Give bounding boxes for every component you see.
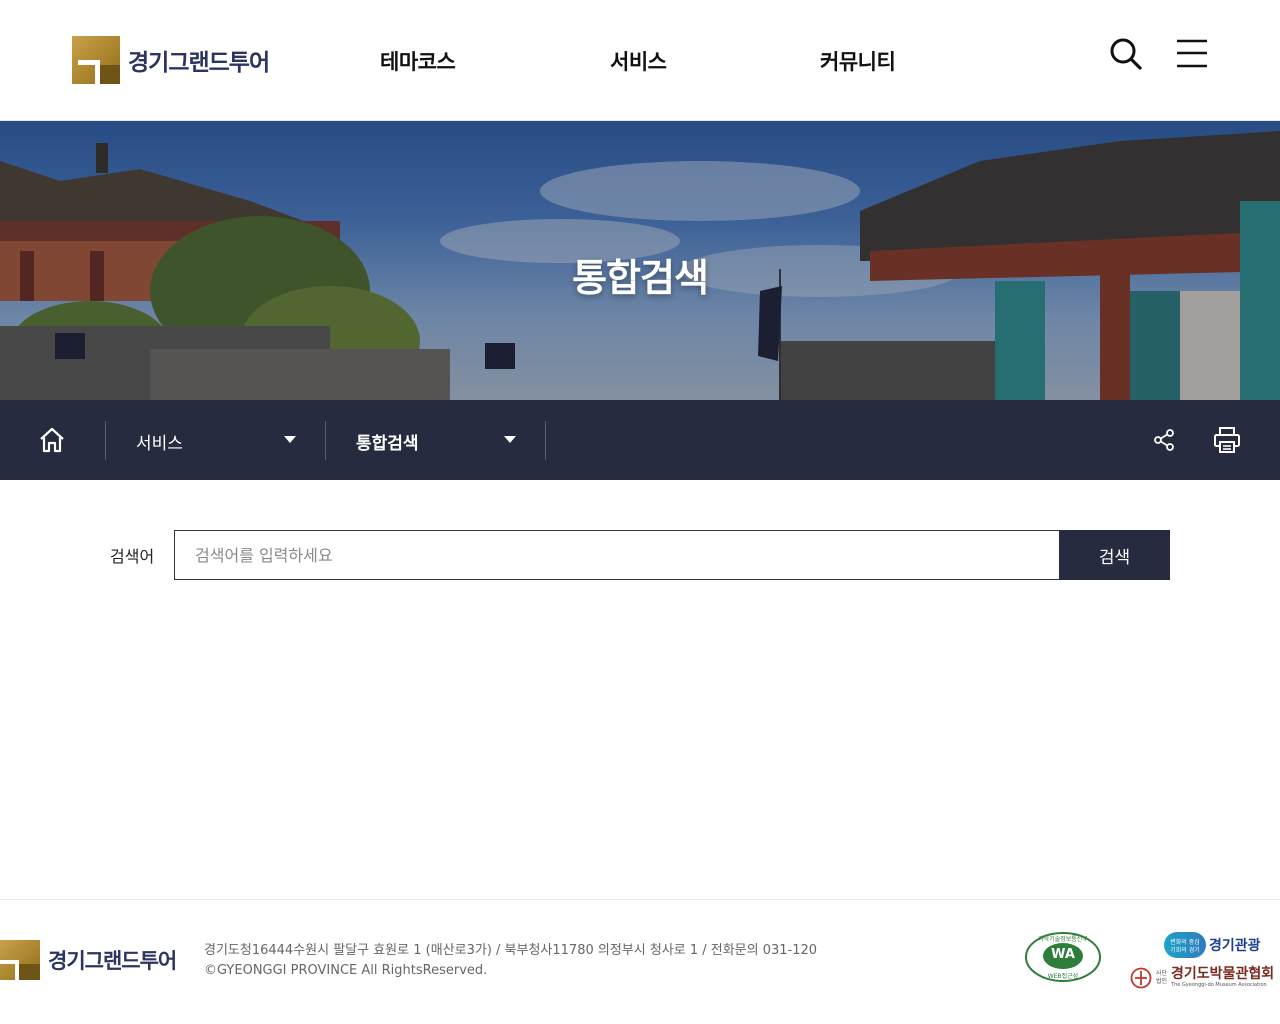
caret-down-icon [284,436,296,443]
footer-logo-text: 경기그랜드투어 [48,949,177,973]
home-icon[interactable] [38,427,66,457]
breadcrumb-label-current: 통합검색 [356,434,419,454]
breadcrumb-dropdown-service[interactable]: 서비스 [106,400,325,480]
page-banner: 통합검색 [0,121,1280,400]
site-header: 경기그랜드투어 테마코스 서비스 커뮤니티 [0,0,1280,121]
web-accessibility-mark[interactable]: 과학기술정보통신부 WA WEB접근성 [1024,931,1102,983]
footer-address: 경기도청16444수원시 팔달구 효원로 1 (매산로3가) / 북부청사117… [204,943,818,958]
partner2-prefix: 사단 법인 [1156,970,1167,986]
partner1-name: 경기관광 [1209,938,1261,954]
site-footer: 경기그랜드투어 경기도청16444수원시 팔달구 효원로 1 (매산로3가) /… [0,899,1280,1024]
breadcrumb-dropdown-search[interactable]: 통합검색 [326,400,545,480]
logo-mark-icon [72,36,120,84]
breadcrumb-label: 서비스 [136,434,183,454]
site-logo[interactable]: 경기그랜드투어 [72,36,270,84]
hamburger-menu-icon[interactable] [1176,38,1208,74]
partner2-name: 경기도박물관협회 [1171,966,1275,982]
nav-item-theme-course[interactable]: 테마코스 [380,46,456,76]
breadcrumb-divider [545,421,546,460]
gyeonggi-tourism-logo-icon: 변화의 중심 기회의 경기 [1164,932,1206,958]
search-icon[interactable] [1108,36,1144,76]
wa-mark-text: WA [1051,947,1075,962]
wa-caption: WEB접근성 [1047,973,1079,980]
partner-museum-association[interactable]: 사단 법인 경기도박물관협회 The Gyeonggi-do Museum As… [1130,966,1274,989]
search-input[interactable] [174,530,1060,580]
search-button[interactable]: 검색 [1059,530,1170,580]
museum-association-emblem-icon [1130,967,1152,988]
page-title: 통합검색 [572,256,709,300]
breadcrumb-bar: 서비스 통합검색 [0,400,1280,480]
partner2-english-name: The Gyeonggi-do Museum Association [1171,982,1267,988]
search-label: 검색어 [110,547,155,566]
share-icon[interactable] [1152,428,1176,456]
footer-logo[interactable]: 경기그랜드투어 [0,940,177,980]
partner2-text: 경기도박물관협회 The Gyeonggi-do Museum Associat… [1171,966,1274,989]
nav-item-community[interactable]: 커뮤니티 [820,46,896,76]
logo-mark-icon [0,940,40,980]
partner2-prefix-2: 법인 [1156,977,1168,985]
caret-down-icon [504,436,516,443]
footer-copyright: ©GYEONGGI PROVINCE All RightsReserved. [204,963,488,978]
wa-authority: 과학기술정보통신부 [1038,936,1088,943]
logo-text: 경기그랜드투어 [128,50,270,76]
partner1-sub2: 기회의 경기 [1170,947,1200,954]
print-icon[interactable] [1213,426,1241,458]
partner-gyeonggi-tourism[interactable]: 변화의 중심 기회의 경기 경기관광 [1164,932,1261,958]
partner2-prefix-1: 사단 [1156,969,1168,977]
nav-item-service[interactable]: 서비스 [610,46,667,76]
